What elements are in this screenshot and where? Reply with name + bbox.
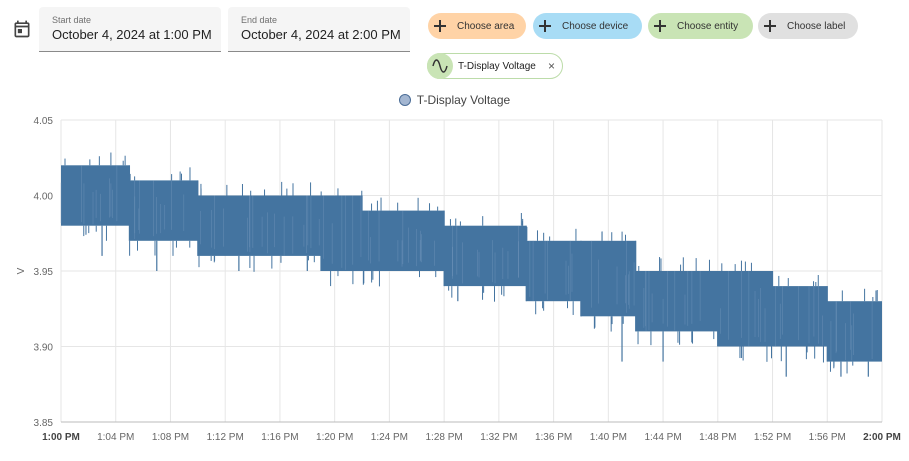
voltage-chart[interactable]: 4.05 4.00 3.95 3.90 3.85 1:00 PM 1:04 PM 1:08 P… <box>0 0 909 461</box>
voltage-band <box>580 240 636 317</box>
x-tick-label: 1:32 PM <box>480 432 517 443</box>
x-tick-label: 1:56 PM <box>809 432 846 443</box>
y-tick-label: 3.85 <box>34 418 54 429</box>
voltage-band <box>772 286 828 347</box>
x-tick-label: 1:24 PM <box>371 432 408 443</box>
x-tick-label: 1:28 PM <box>426 432 463 443</box>
voltage-band <box>827 301 882 362</box>
x-tick-label: 2:00 PM <box>863 432 901 443</box>
series-voltage <box>60 152 882 377</box>
y-tick-label: 3.95 <box>34 267 54 278</box>
x-tick-label: 1:04 PM <box>97 432 134 443</box>
voltage-band <box>717 271 773 347</box>
x-tick-label: 1:00 PM <box>42 432 80 443</box>
y-tick-label: 4.05 <box>34 116 54 127</box>
x-tick-label: 1:16 PM <box>261 432 298 443</box>
x-tick-label: 1:20 PM <box>316 432 353 443</box>
x-tick-label: 1:12 PM <box>207 432 244 443</box>
y-tick-label: 3.90 <box>34 343 54 354</box>
x-tick-label: 1:40 PM <box>590 432 627 443</box>
x-tick-label: 1:08 PM <box>152 432 189 443</box>
x-tick-label: 1:48 PM <box>699 432 736 443</box>
voltage-band <box>320 195 363 271</box>
voltage-band <box>197 195 321 256</box>
y-axis-label: V <box>16 267 27 274</box>
x-tick-label: 1:52 PM <box>754 432 791 443</box>
y-tick-label: 4.00 <box>34 192 54 203</box>
voltage-band <box>635 271 718 332</box>
voltage-band <box>61 165 130 226</box>
x-tick-label: 1:44 PM <box>644 432 681 443</box>
voltage-band <box>526 240 581 302</box>
x-tick-label: 1:36 PM <box>535 432 572 443</box>
voltage-band <box>444 225 527 287</box>
voltage-band <box>129 180 198 241</box>
